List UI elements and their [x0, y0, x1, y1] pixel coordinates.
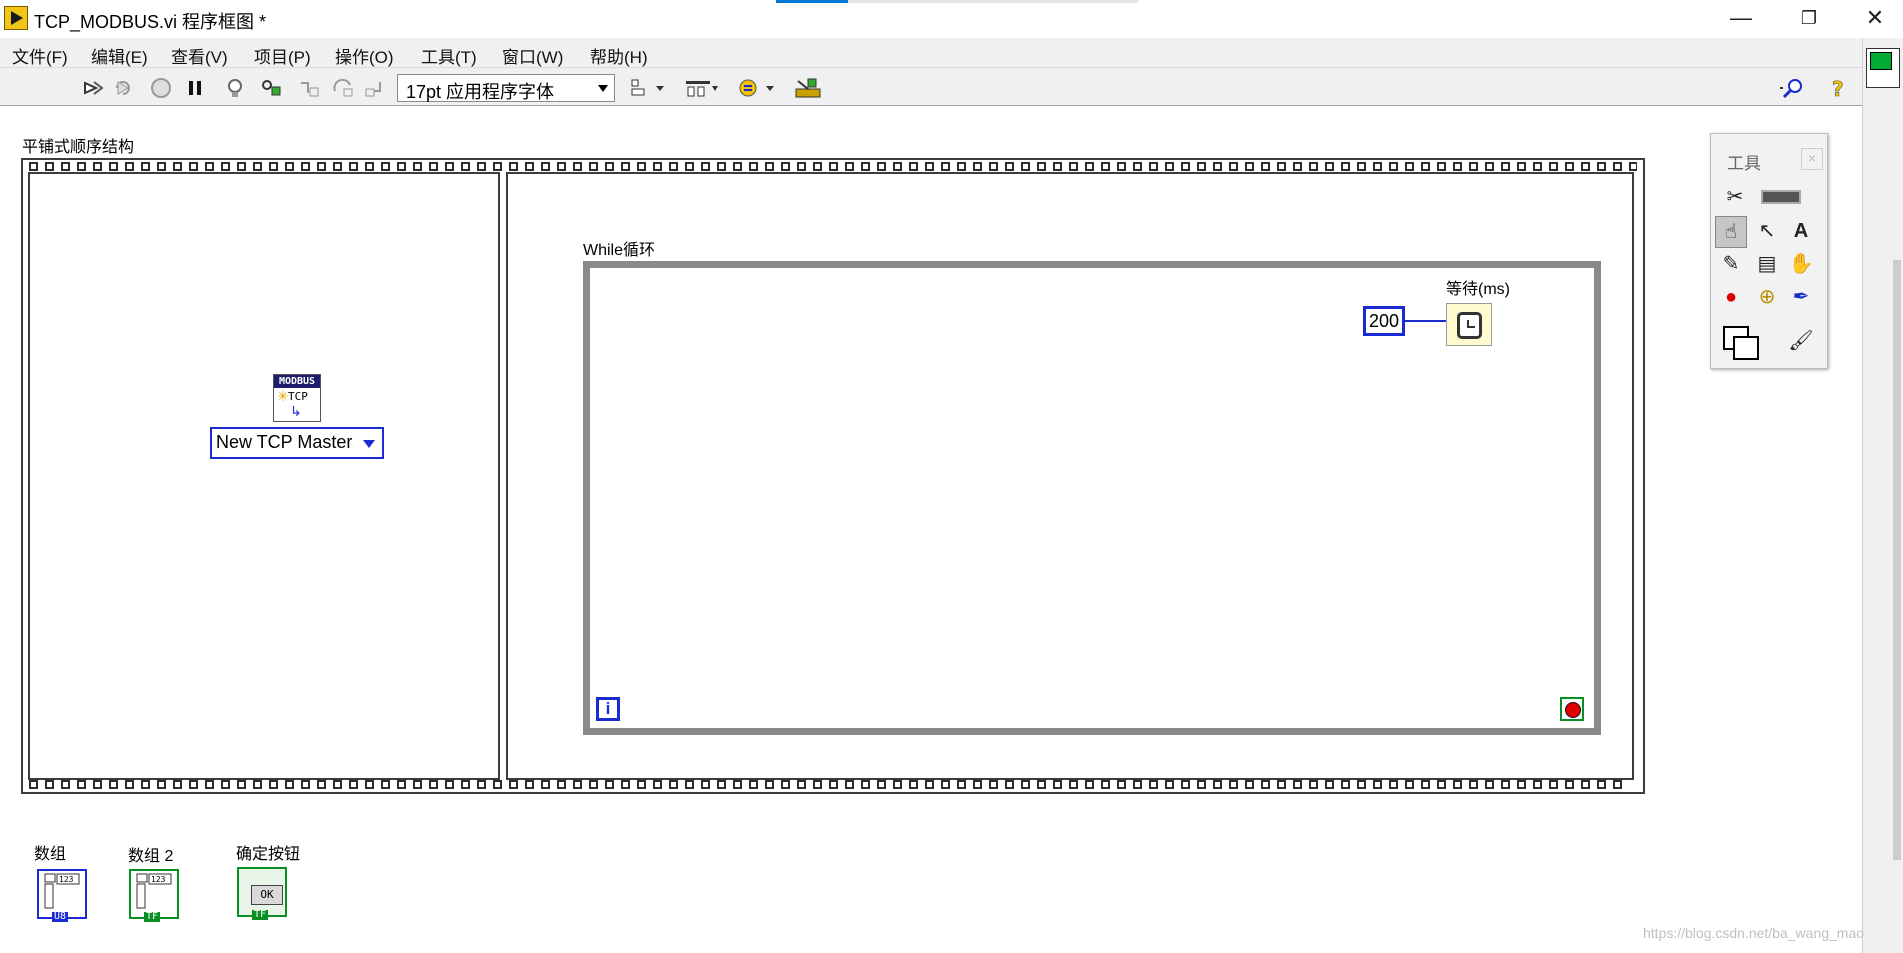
tools-palette-close-button[interactable]: ×: [1801, 148, 1823, 170]
text-tool-icon[interactable]: A: [1785, 216, 1817, 248]
arrow-icon: ↳: [290, 403, 302, 419]
reorder-icon[interactable]: [738, 77, 776, 99]
minimize-button[interactable]: —: [1712, 0, 1770, 38]
pause-icon[interactable]: [184, 77, 206, 99]
modbus-icon-tcp: TCP: [288, 390, 308, 403]
restore-button[interactable]: ❐: [1780, 0, 1838, 38]
step-out-icon[interactable]: [364, 77, 386, 99]
ok-button-icon: OK: [251, 885, 283, 905]
scrollbar-thumb[interactable]: [1893, 260, 1901, 860]
menu-operate[interactable]: 操作(O): [335, 43, 394, 68]
wait-constant[interactable]: 200: [1363, 306, 1405, 336]
menu-tools[interactable]: 工具(T): [421, 43, 477, 68]
labview-app-icon: [4, 6, 28, 30]
connect-wire-icon[interactable]: ✎: [1715, 249, 1747, 281]
wait-ms-node[interactable]: [1446, 303, 1492, 346]
scroll-hand-icon[interactable]: ✋: [1785, 249, 1817, 281]
search-icon[interactable]: [1778, 77, 1808, 99]
array2-terminal[interactable]: 123 TF: [126, 866, 184, 922]
font-select-value: 17pt 应用程序字体: [406, 82, 555, 102]
abort-icon[interactable]: [150, 77, 172, 99]
menu-edit[interactable]: 编辑(E): [91, 43, 148, 68]
vertical-scrollbar[interactable]: [1891, 110, 1903, 953]
new-star-icon: ✳: [277, 388, 289, 404]
film-holes-bottom: [29, 780, 1637, 790]
tools-palette[interactable]: 工具 × ✂ ☝ ↖ A ✎ ▤ ✋ ● ⊕ ✒ 🖌: [1710, 133, 1828, 369]
title-bar: TCP_MODBUS.vi 程序框图 * — ❐ ✕: [0, 0, 1903, 38]
breakpoint-icon[interactable]: ●: [1715, 282, 1747, 314]
step-over-icon[interactable]: [332, 77, 354, 99]
stop-condition-icon[interactable]: [1560, 697, 1584, 721]
close-button[interactable]: ✕: [1846, 0, 1903, 38]
iteration-terminal[interactable]: i: [596, 697, 620, 721]
modbus-icon-header: MODBUS: [274, 375, 320, 388]
clock-icon: [1457, 312, 1482, 339]
menu-view[interactable]: 查看(V): [171, 43, 228, 68]
film-holes-top: [29, 162, 1637, 172]
array2-label: 数组 2: [128, 848, 174, 865]
brush-icon[interactable]: 🖌: [1785, 326, 1817, 358]
tools-palette-title: 工具: [1727, 154, 1761, 173]
flat-sequence-label: 平铺式顺序结构: [22, 139, 135, 156]
ring-value: New TCP Master: [216, 432, 353, 452]
wire[interactable]: [1405, 320, 1447, 322]
menu-project[interactable]: 项目(P): [254, 43, 311, 68]
array-label: 数组: [34, 846, 67, 863]
distribute-objects-icon[interactable]: [684, 77, 720, 99]
run-arrow-icon[interactable]: [82, 77, 104, 99]
array-terminal[interactable]: 123 U8: [34, 866, 92, 922]
color-picker-icon[interactable]: ✒: [1785, 282, 1817, 314]
menu-window[interactable]: 窗口(W): [502, 43, 563, 68]
watermark: https://blog.csdn.net/ba_wang_mao: [1643, 925, 1865, 941]
sequence-frame-1[interactable]: [28, 172, 500, 780]
ok-button-terminal[interactable]: OK TF: [234, 864, 292, 920]
color-swatch-icon[interactable]: [1715, 320, 1767, 364]
window-title: TCP_MODBUS.vi 程序框图 *: [34, 12, 267, 32]
menu-file[interactable]: 文件(F): [12, 43, 68, 68]
modbus-tcp-master-icon[interactable]: MODBUS ✳ TCP ↳: [273, 374, 321, 422]
chevron-down-icon[interactable]: [363, 440, 375, 448]
vi-icon[interactable]: [1866, 48, 1900, 88]
highlight-execution-icon[interactable]: [224, 77, 246, 99]
shortcut-menu-icon[interactable]: ▤: [1751, 249, 1783, 281]
ok-button-label: 确定按钮: [236, 846, 301, 863]
clean-up-diagram-icon[interactable]: [794, 77, 824, 99]
svg-text:?: ?: [1832, 77, 1844, 99]
probe-icon[interactable]: ⊕: [1751, 282, 1783, 314]
while-loop-label: While循环: [583, 242, 656, 259]
step-into-icon[interactable]: [298, 77, 320, 99]
wait-ms-label: 等待(ms): [1446, 281, 1510, 298]
svg-text:123: 123: [151, 875, 166, 884]
operate-hand-icon[interactable]: ☝: [1715, 216, 1747, 248]
menu-help[interactable]: 帮助(H): [590, 43, 648, 68]
menu-bar: 文件(F) 编辑(E) 查看(V) 项目(P) 操作(O) 工具(T) 窗口(W…: [0, 38, 1862, 68]
array-tag: U8: [52, 911, 69, 922]
position-arrow-icon[interactable]: ↖: [1751, 216, 1783, 248]
help-icon[interactable]: ?: [1828, 77, 1850, 99]
title-progress-bar: [776, 0, 1138, 3]
color-preview-icon[interactable]: [1757, 182, 1805, 214]
retain-wire-values-icon[interactable]: [260, 77, 282, 99]
auto-tool-icon[interactable]: ✂: [1719, 182, 1751, 214]
align-objects-icon[interactable]: [630, 77, 666, 99]
ok-button-tag: TF: [252, 909, 269, 920]
array2-tag: TF: [144, 911, 161, 922]
toolbar: 17pt 应用程序字体 ?: [0, 68, 1862, 106]
run-continuously-icon[interactable]: [112, 77, 134, 99]
tcp-master-ring-selector[interactable]: New TCP Master: [210, 427, 384, 459]
chevron-down-icon: [598, 85, 608, 92]
svg-text:123: 123: [59, 875, 74, 884]
font-select[interactable]: 17pt 应用程序字体: [397, 74, 615, 102]
